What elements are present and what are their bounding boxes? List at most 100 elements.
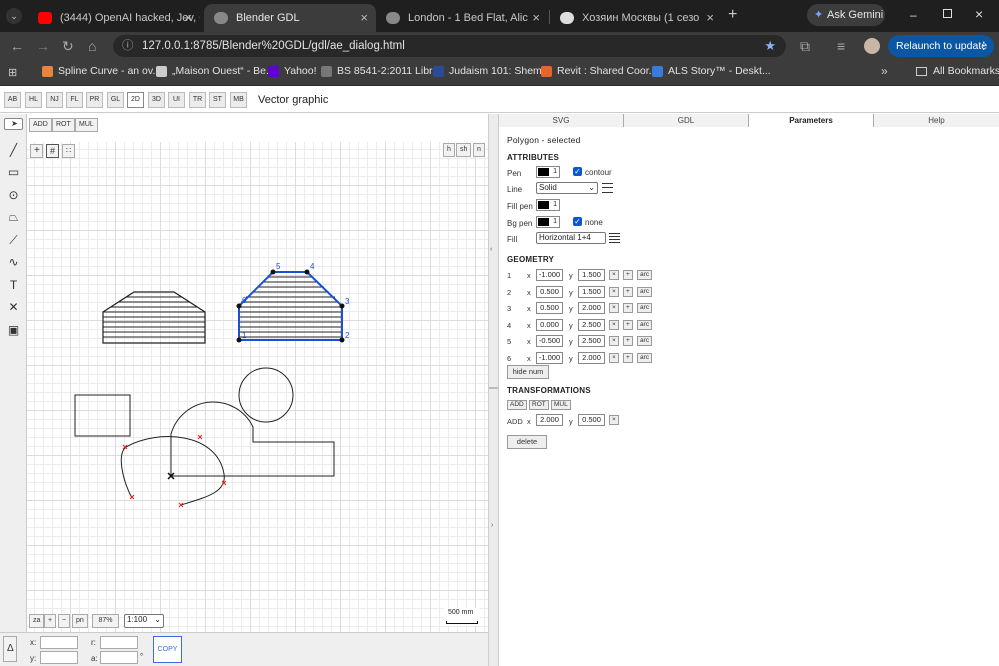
extensions-icon[interactable]: ⧉ (800, 37, 810, 55)
hotspot-tool-icon[interactable]: ✕ (4, 298, 23, 317)
arc-button[interactable]: arc (637, 287, 653, 297)
arc-button[interactable]: arc (637, 353, 653, 363)
remove-point-button[interactable]: × (609, 303, 619, 313)
tab-help[interactable]: Help (874, 114, 999, 127)
x-coordinate-input[interactable] (40, 636, 78, 649)
media-icon[interactable]: ≡ (837, 37, 845, 55)
arc-button[interactable]: arc (637, 270, 653, 280)
tab-parameters[interactable]: Parameters (749, 114, 874, 127)
fill-pattern-icon[interactable] (609, 233, 620, 243)
circle-shape[interactable] (238, 367, 294, 423)
point-x-input[interactable]: -1.000 (536, 352, 563, 364)
panel-splitter[interactable]: ‹ › (488, 114, 499, 666)
selected-polygon[interactable] (236, 269, 345, 343)
mode-button-hl[interactable]: HL (25, 92, 42, 108)
forward-icon[interactable]: → (36, 37, 50, 55)
point-x-input[interactable]: 0.500 (536, 286, 563, 298)
polygon-tool-icon[interactable]: ⏢ (4, 208, 23, 227)
close-icon[interactable]: × (532, 10, 540, 25)
tr-rot-button[interactable]: ROT (529, 400, 549, 410)
new-tab-icon[interactable]: + (728, 6, 737, 24)
fill-pen-swatch[interactable]: 1 (536, 199, 560, 211)
select-tool-icon[interactable]: ➤ (4, 118, 23, 130)
point-y-input[interactable]: 2.500 (578, 319, 605, 331)
r-coordinate-input[interactable] (100, 636, 138, 649)
apps-icon[interactable]: ⊞ (8, 66, 17, 79)
contour-checkbox[interactable]: ✓ (573, 167, 582, 176)
browser-tab-youtube[interactable]: (3444) OpenAI hacked, Jev, Goo × (28, 4, 200, 32)
mode-button-pr[interactable]: PR (86, 92, 103, 108)
text-tool-icon[interactable]: T (4, 276, 23, 295)
home-icon[interactable]: ⌂ (88, 37, 96, 55)
point-y-input[interactable]: 1.500 (578, 269, 605, 281)
close-icon[interactable]: × (706, 10, 714, 25)
bg-pen-swatch[interactable]: 1 (536, 216, 560, 228)
hide-num-button[interactable]: hide num (507, 365, 549, 379)
close-icon[interactable]: × (360, 10, 368, 25)
none-checkbox[interactable]: ✓ (573, 217, 582, 226)
image-tool-icon[interactable]: ▣ (4, 321, 23, 340)
bookmark-item[interactable]: Spline Curve - an ov... (42, 65, 161, 77)
point-y-input[interactable]: 2.000 (578, 302, 605, 314)
copy-button[interactable]: COPY (153, 636, 182, 663)
insert-point-button[interactable]: + (623, 287, 633, 297)
mode-button-st[interactable]: ST (209, 92, 226, 108)
add-y-input[interactable]: 0.500 (578, 414, 605, 426)
bookmark-item[interactable]: Revit : Shared Coor... (541, 65, 657, 77)
line-tool-icon[interactable]: ╱ (4, 141, 23, 160)
bookmark-item[interactable]: Yahoo! (268, 65, 317, 77)
polyline-tool-icon[interactable]: ⟋ (4, 231, 23, 250)
angle-input[interactable] (100, 651, 138, 664)
insert-point-button[interactable]: + (623, 353, 633, 363)
remove-point-button[interactable]: × (609, 287, 619, 297)
mode-button-gl[interactable]: GL (107, 92, 124, 108)
zoom-out-button[interactable]: − (58, 614, 71, 628)
remove-point-button[interactable]: × (609, 336, 619, 346)
insert-point-button[interactable]: + (623, 303, 633, 313)
arc-button[interactable]: arc (637, 303, 653, 313)
remove-point-button[interactable]: × (609, 320, 619, 330)
fill-type-select[interactable]: Horizontal 1+4 (536, 232, 606, 244)
mode-button-nj[interactable]: NJ (46, 92, 63, 108)
drawing-svg[interactable]: 1 2 3 4 5 6 (27, 114, 488, 632)
mode-button-ui[interactable]: UI (168, 92, 185, 108)
arch-polyline[interactable] (170, 401, 335, 477)
insert-point-button[interactable]: + (623, 320, 633, 330)
minimize-icon[interactable]: – (910, 8, 917, 22)
rectangle-tool-icon[interactable]: ▭ (4, 163, 23, 182)
bookmark-star-icon[interactable]: ★ (764, 35, 776, 57)
bookmark-item[interactable]: ALS Story™ - Deskt... (652, 65, 771, 77)
spline-tool-icon[interactable]: ∿ (4, 253, 23, 272)
delta-toggle-button[interactable]: Δ (3, 636, 17, 662)
mode-button-tr[interactable]: TR (189, 92, 206, 108)
tab-svg[interactable]: SVG (499, 114, 624, 127)
point-x-input[interactable]: -1.000 (536, 269, 563, 281)
insert-point-button[interactable]: + (623, 336, 633, 346)
pan-button[interactable]: pn (72, 614, 88, 628)
bookmark-item[interactable]: „Maison Ouest“ - Be... (156, 65, 275, 77)
spline-control-points[interactable] (122, 434, 227, 508)
line-type-select[interactable]: Solid ⌄ (536, 182, 598, 194)
mode-button-mb[interactable]: MB (230, 92, 247, 108)
insert-point-button[interactable]: + (623, 270, 633, 280)
delete-button[interactable]: delete (507, 435, 547, 449)
tr-mul-button[interactable]: MUL (551, 400, 571, 410)
zoom-all-button[interactable]: za (29, 614, 45, 628)
back-icon[interactable]: ← (10, 37, 24, 55)
browser-tab-moscow[interactable]: Хозяин Москвы (1 сезон) смот × (550, 4, 722, 32)
point-y-input[interactable]: 2.500 (578, 335, 605, 347)
chevron-right-icon[interactable]: › (491, 522, 493, 529)
more-bookmarks-icon[interactable]: » (881, 64, 888, 78)
scale-select[interactable]: 1:100 ⌄ (124, 614, 164, 628)
line-pattern-icon[interactable] (602, 183, 613, 193)
rectangle-shape[interactable] (74, 394, 131, 437)
site-info-icon[interactable]: ⓘ (122, 35, 134, 57)
arc-button[interactable]: arc (637, 336, 653, 346)
tab-search-button[interactable]: ⌄ (6, 8, 22, 24)
browser-tab-london[interactable]: London - 1 Bed Flat, Alice Court × (376, 4, 548, 32)
restore-icon[interactable] (943, 9, 952, 18)
bookmark-item[interactable]: Judaism 101: Shema (433, 65, 548, 77)
close-window-icon[interactable]: × (975, 6, 983, 22)
tab-gdl[interactable]: GDL (624, 114, 749, 127)
point-x-input[interactable]: 0.500 (536, 302, 563, 314)
